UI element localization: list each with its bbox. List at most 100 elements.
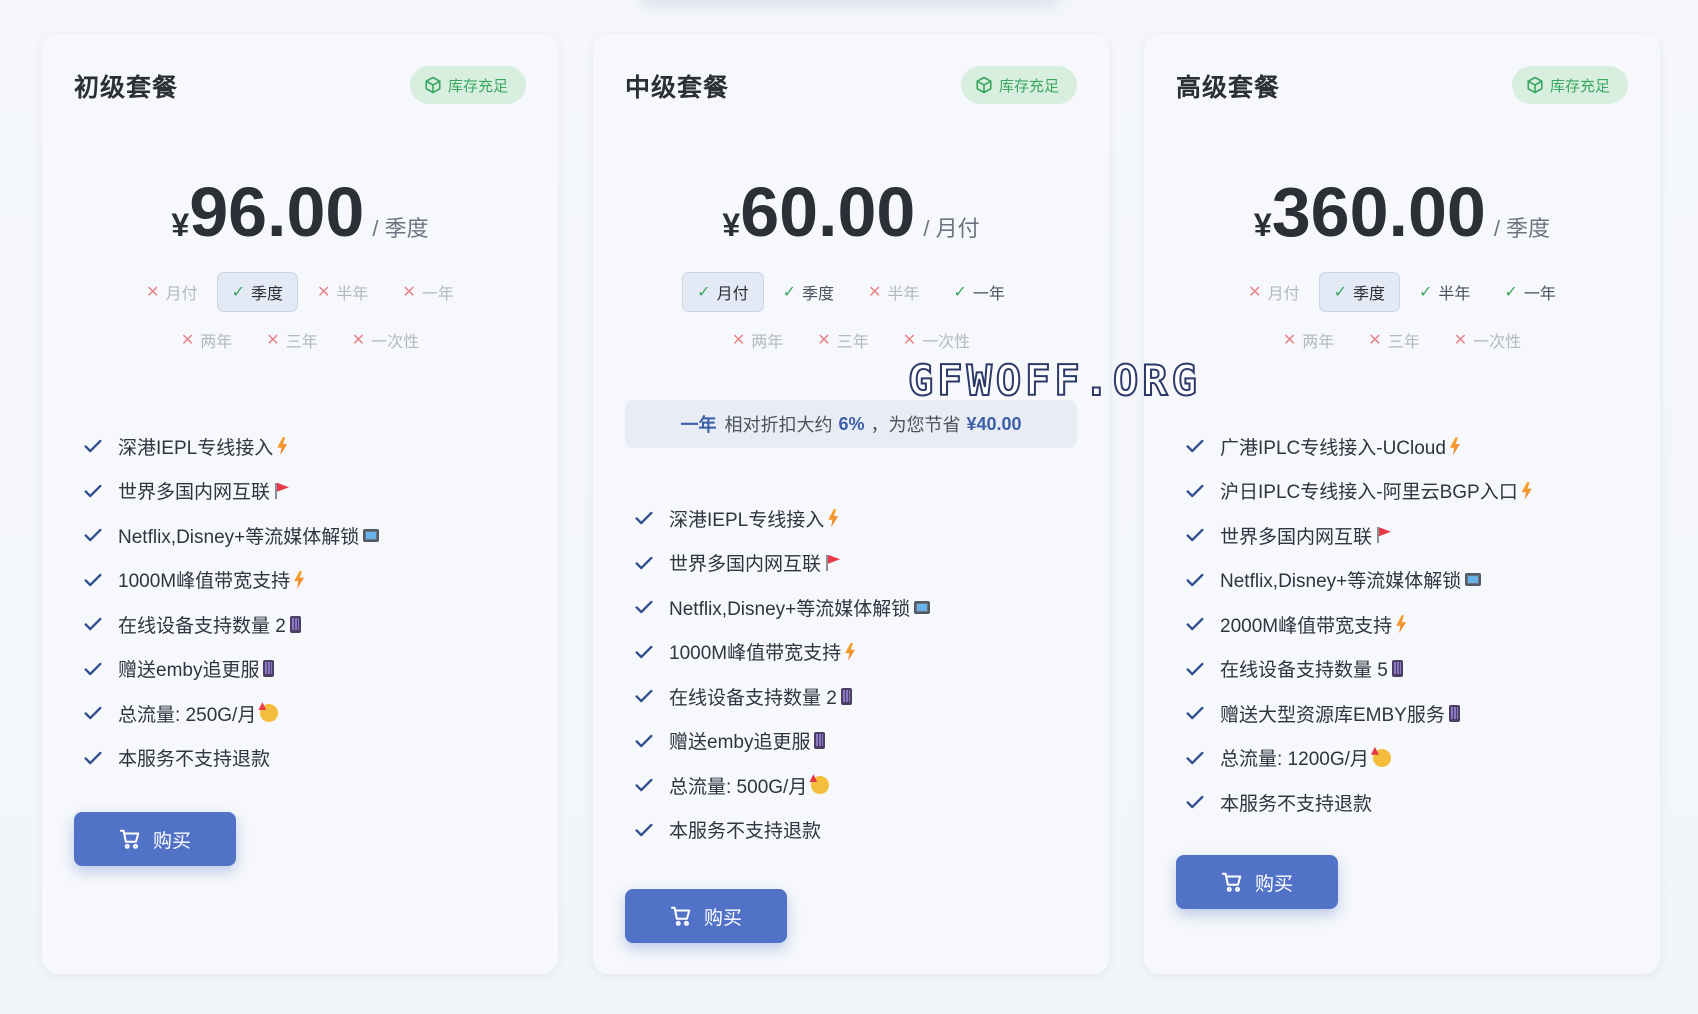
- billing-cycle-option[interactable]: ✓ 季度: [768, 272, 849, 312]
- cross-icon: ✕: [351, 332, 366, 349]
- billing-cycle-label: 季度: [1352, 286, 1385, 303]
- feature-text: 本服务不支持退款: [669, 821, 822, 843]
- billing-cycle-label: 一年: [1523, 286, 1556, 303]
- price-currency: ¥: [722, 207, 741, 243]
- discount-percent: 6%: [838, 413, 865, 434]
- billing-cycle-label: 月付: [165, 286, 198, 303]
- buy-button[interactable]: 购买: [74, 812, 236, 866]
- stock-badge: 库存充足: [409, 66, 526, 104]
- stock-badge: 库存充足: [960, 66, 1077, 104]
- cross-icon: ✕: [402, 284, 416, 301]
- plan-title: 高级套餐: [1176, 74, 1281, 102]
- billing-cycle-label: 三年: [285, 334, 318, 351]
- check-icon: ✓: [697, 284, 711, 301]
- check-icon: [1184, 747, 1206, 769]
- feature-text: 世界多国内网互联: [669, 554, 822, 576]
- watermark-text: GFWOFF.ORG: [907, 355, 1201, 406]
- buy-button[interactable]: 购买: [625, 889, 787, 943]
- feature-item: 2000M峰值带宽支持: [1184, 602, 1640, 647]
- billing-cycle-option[interactable]: ✓ 一年: [938, 272, 1019, 312]
- billing-cycle-label: 季度: [250, 286, 283, 303]
- feature-item: 本服务不支持退款: [82, 736, 538, 781]
- billing-cycle-label: 月付: [716, 286, 749, 303]
- feature-text: 1000M峰值带宽支持: [118, 571, 291, 593]
- feature-item: 赠送emby追更服: [633, 719, 1089, 764]
- flag-icon: [1376, 526, 1392, 544]
- check-icon: [1184, 524, 1206, 546]
- billing-cycle-label: 季度: [801, 286, 834, 303]
- plan-title: 初级套餐: [74, 74, 179, 102]
- phone-icon: [840, 687, 852, 705]
- cross-icon: ✕: [1282, 332, 1297, 349]
- discount-notice: 一年 相对折扣大约 6% ，为您节省 ¥40.00: [625, 400, 1077, 448]
- plan-title: 中级套餐: [625, 74, 730, 102]
- party-icon: [811, 776, 830, 795]
- billing-cycle-options: ✕ 月付 ✓ 季度 ✕ 半年 ✕ 一年 ✕ 两年 ✕ 三年 ✕ 一次性: [102, 272, 498, 360]
- billing-cycle-option[interactable]: ✓ 月付: [682, 272, 764, 312]
- feature-item: 本服务不支持退款: [1184, 780, 1640, 825]
- feature-item: 深港IEPL专线接入: [633, 496, 1089, 541]
- feature-item: Netflix,Disney+等流媒体解锁: [633, 585, 1089, 630]
- box-icon: [1526, 76, 1544, 94]
- feature-item: 总流量: 1200G/月: [1184, 736, 1640, 781]
- phone-icon: [1448, 704, 1460, 722]
- billing-cycle-option[interactable]: ✓ 季度: [216, 272, 298, 312]
- cross-icon: ✕: [817, 332, 831, 349]
- feature-item: 总流量: 500G/月: [633, 763, 1089, 808]
- price-amount: 360.00: [1271, 173, 1486, 251]
- check-icon: [633, 507, 655, 529]
- feature-text: 在线设备支持数量 5: [1220, 660, 1388, 682]
- feature-item: Netflix,Disney+等流媒体解锁: [1184, 558, 1640, 603]
- stock-label: 库存充足: [998, 77, 1059, 95]
- feature-item: 沪日IPLC专线接入-阿里云BGP入口: [1184, 469, 1640, 514]
- discount-text: ，为您节省: [870, 415, 961, 435]
- bolt-icon: [1396, 615, 1407, 634]
- check-icon: [633, 685, 655, 707]
- check-icon: [82, 613, 104, 635]
- bolt-icon: [294, 570, 305, 589]
- feature-text: 在线设备支持数量 2: [669, 687, 837, 709]
- billing-cycle-option[interactable]: ✓ 季度: [1318, 272, 1400, 312]
- check-icon: [1184, 702, 1206, 724]
- check-icon: ✓: [231, 284, 245, 301]
- feature-text: 总流量: 1200G/月: [1220, 749, 1369, 771]
- billing-cycle-option: ✕ 半年: [853, 272, 934, 312]
- feature-text: 世界多国内网互联: [118, 482, 271, 504]
- feature-item: 本服务不支持退款: [633, 808, 1089, 853]
- billing-cycle-label: 一次性: [1473, 334, 1522, 351]
- check-icon: [633, 774, 655, 796]
- flag-icon: [825, 554, 841, 572]
- feature-text: 本服务不支持退款: [1220, 793, 1373, 815]
- billing-cycle-options: ✕ 月付 ✓ 季度 ✓ 半年 ✓ 一年 ✕ 两年 ✕ 三年 ✕ 一次性: [1204, 272, 1600, 360]
- phone-icon: [263, 660, 275, 678]
- check-icon: [1184, 613, 1206, 635]
- feature-item: 在线设备支持数量 2: [82, 602, 538, 647]
- discount-cycle: 一年: [680, 415, 717, 435]
- cross-icon: ✕: [146, 284, 160, 301]
- billing-cycle-option[interactable]: ✓ 半年: [1404, 272, 1485, 312]
- cart-icon: [1221, 871, 1243, 893]
- party-icon: [1372, 748, 1391, 767]
- buy-button[interactable]: 购买: [1176, 855, 1338, 909]
- feature-text: 深港IEPL专线接入: [669, 509, 825, 531]
- feature-text: 总流量: 500G/月: [669, 776, 808, 798]
- check-icon: ✓: [782, 284, 796, 301]
- price-amount: 60.00: [740, 173, 916, 251]
- feature-text: 赠送emby追更服: [118, 660, 260, 682]
- stock-label: 库存充足: [1549, 77, 1610, 95]
- price-display: ¥360.00 / 季度: [1144, 172, 1660, 252]
- billing-cycle-label: 两年: [1302, 334, 1335, 351]
- party-icon: [260, 704, 279, 723]
- cart-icon: [119, 828, 141, 850]
- billing-cycle-label: 半年: [1438, 286, 1471, 303]
- plan-card-basic: 初级套餐 库存充足 ¥96.00 / 季度 ✕ 月付 ✓ 季度 ✕ 半年 ✕ 一年 ✕ 两年 ✕ 三年 ✕ 一次性…: [42, 34, 558, 974]
- box-icon: [424, 76, 442, 94]
- check-icon: ✓: [1504, 284, 1518, 301]
- billing-cycle-label: 两年: [200, 334, 233, 351]
- billing-cycle-label: 半年: [336, 286, 369, 303]
- check-icon: [633, 552, 655, 574]
- stock-label: 库存充足: [447, 77, 508, 95]
- billing-cycle-label: 一年: [421, 286, 454, 303]
- billing-cycle-option[interactable]: ✓ 一年: [1489, 272, 1570, 312]
- price-display: ¥96.00 / 季度: [42, 172, 558, 252]
